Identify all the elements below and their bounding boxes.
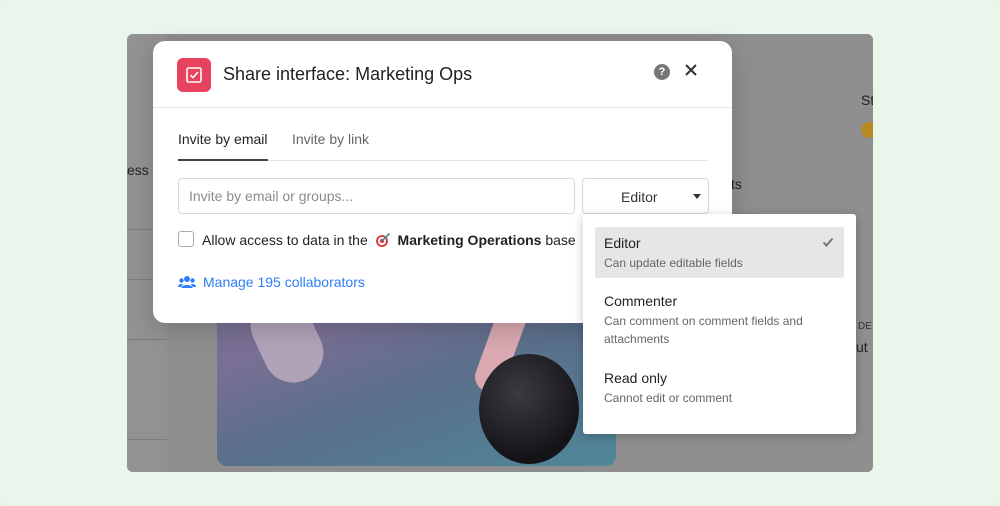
role-option-description: Can comment on comment fields and attach… [604, 314, 803, 346]
people-icon [178, 276, 196, 288]
manage-collaborators-link[interactable]: Manage 195 collaborators [178, 272, 365, 292]
checkbox-square-icon [177, 58, 211, 92]
checkmark-icon [822, 237, 834, 247]
allow-access-checkbox[interactable] [178, 231, 194, 247]
background-label: ess [127, 162, 149, 178]
background-badge [861, 122, 873, 138]
role-option-editor[interactable]: Editor Can update editable fields [595, 227, 844, 278]
background-divider [127, 439, 167, 440]
role-option-commenter[interactable]: Commenter Can comment on comment fields … [595, 291, 844, 351]
background-label: ts [731, 176, 742, 192]
role-dropdown-menu: Editor Can update editable fields Commen… [583, 214, 856, 434]
allow-access-label: Allow access to data in the Marketing Op… [202, 232, 576, 248]
email-invite-input[interactable] [178, 178, 575, 214]
background-label: DE [858, 321, 872, 332]
allow-access-prefix: Allow access to data in the [202, 232, 368, 248]
role-option-read-only[interactable]: Read only Cannot edit or comment [595, 368, 844, 408]
role-select-value: Editor [621, 189, 658, 205]
tab-invite-by-email[interactable]: Invite by email [178, 131, 268, 161]
base-name: Marketing Operations [397, 232, 542, 248]
allow-access-row: Allow access to data in the Marketing Op… [178, 230, 598, 250]
question-circle-icon[interactable]: ? [654, 64, 670, 80]
close-icon[interactable] [681, 60, 701, 80]
chevron-down-icon [693, 194, 701, 199]
photo-ball [479, 354, 579, 464]
share-tabs: Invite by email Invite by link [178, 131, 708, 161]
role-option-description: Can update editable fields [604, 256, 743, 270]
background-label: St [861, 92, 873, 108]
target-dart-icon [375, 233, 390, 247]
role-option-title: Read only [604, 370, 668, 386]
dialog-title: Share interface: Marketing Ops [223, 64, 473, 84]
role-option-title: Editor [604, 235, 641, 251]
background-label: ut [856, 339, 868, 355]
role-option-title: Commenter [604, 293, 678, 309]
background-divider [127, 339, 167, 340]
role-select[interactable]: Editor [582, 178, 709, 214]
role-option-description: Cannot edit or comment [604, 391, 733, 405]
manage-collaborators-label: Manage 195 collaborators [203, 274, 365, 290]
tab-invite-by-link[interactable]: Invite by link [292, 131, 369, 161]
allow-access-suffix: base [545, 232, 576, 248]
dialog-header: Share interface: Marketing Ops ? [153, 41, 732, 108]
